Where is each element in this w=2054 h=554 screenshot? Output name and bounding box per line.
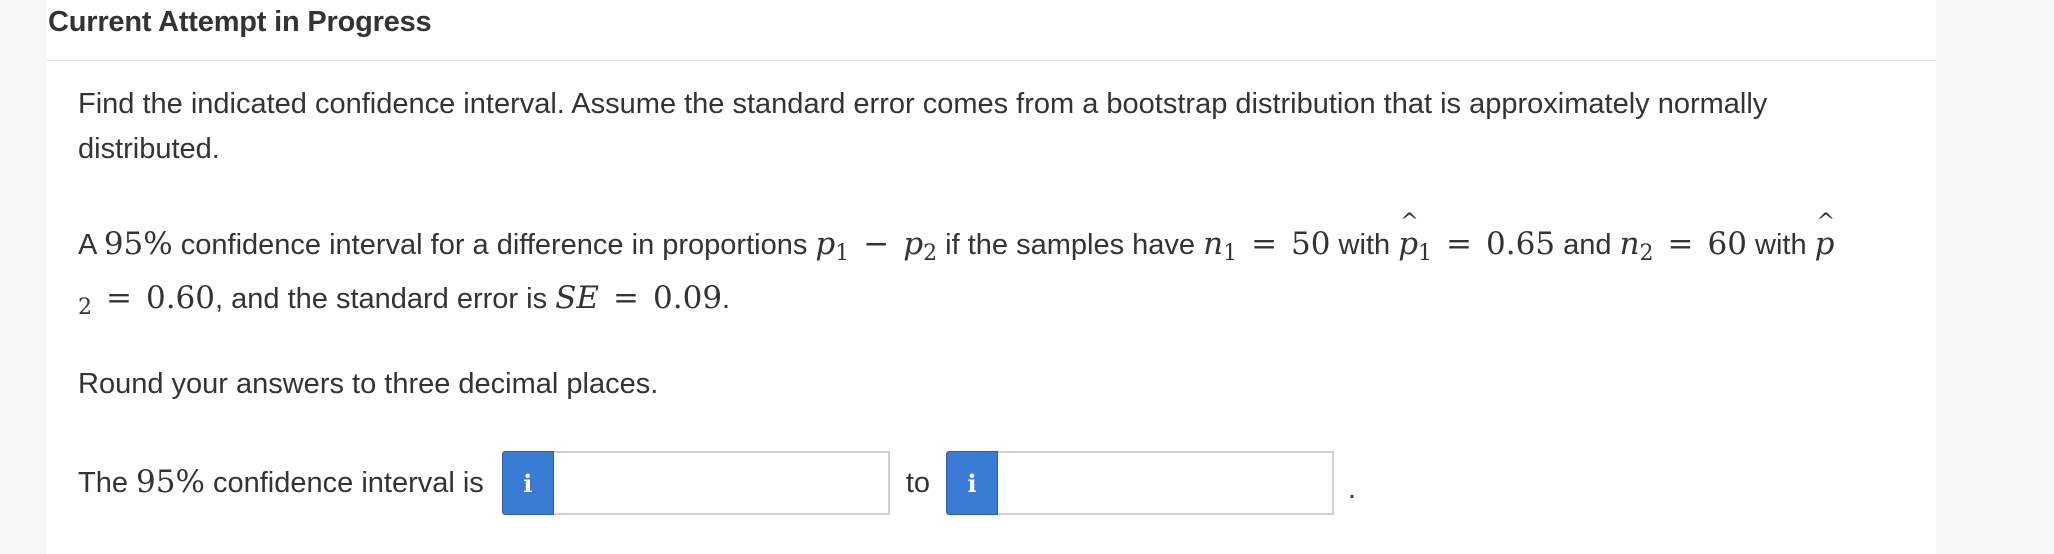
info-icon[interactable]: i	[946, 451, 998, 515]
question-panel: Current Attempt in Progress Find the ind…	[46, 0, 1936, 554]
difference-expression: p1− p2	[815, 226, 938, 266]
attempt-status-title: Current Attempt in Progress	[48, 6, 432, 38]
attempt-header: Current Attempt in Progress	[46, 0, 1936, 61]
standard-error-expression: SE = 0.09	[555, 280, 723, 316]
rounding-instruction: Round your answers to three decimal plac…	[78, 368, 659, 400]
upper-bound-input[interactable]	[998, 451, 1334, 515]
n1-expression: n1 = 50	[1203, 226, 1331, 266]
n2-expression: n2 = 60	[1619, 226, 1747, 266]
answer-prefix: The 95% confidence interval is	[78, 464, 484, 500]
answer-period: .	[1348, 472, 1357, 505]
question-instructions: Find the indicated confidence interval. …	[78, 88, 1768, 165]
lower-bound-group: i	[501, 451, 890, 515]
confidence-level: 95%	[103, 226, 173, 262]
answer-row: The 95% confidence interval is i to i .	[78, 450, 1356, 516]
question-problem-statement: A 95% confidence interval for a differen…	[78, 200, 1898, 330]
to-label: to	[905, 466, 930, 499]
upper-bound-group: i	[946, 451, 1334, 515]
p1-hat-expression: p1=0.65	[1398, 200, 1555, 266]
info-icon[interactable]: i	[501, 451, 554, 515]
lower-bound-input[interactable]	[553, 451, 890, 515]
